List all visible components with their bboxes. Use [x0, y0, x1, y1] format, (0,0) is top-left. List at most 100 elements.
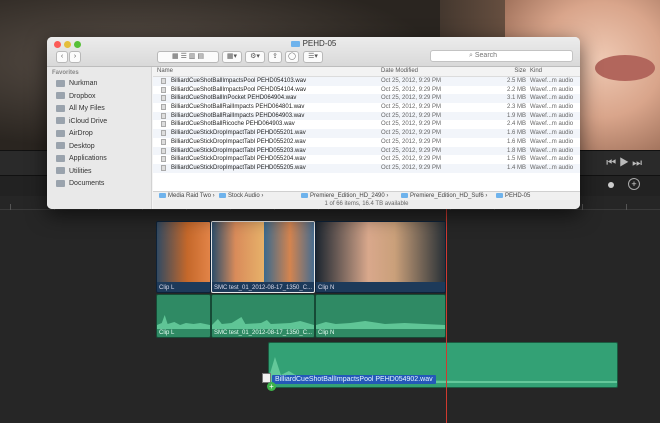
forward-button[interactable]: ›: [69, 51, 81, 63]
sidebar-item-documents[interactable]: Documents: [47, 178, 151, 191]
file-name: BilliardCueShotBallInPocket PEHD064904.w…: [171, 95, 297, 102]
audio-file-icon: [161, 95, 166, 102]
sidebar-item-all-my-files[interactable]: All My Files: [47, 103, 151, 116]
action-gear-icon[interactable]: ⚙▾: [245, 51, 265, 63]
file-kind: Wavef...m audio: [530, 164, 574, 171]
column-header-name[interactable]: Name: [157, 68, 173, 74]
folder-icon: [219, 193, 226, 198]
dropbox-icon: [56, 92, 65, 100]
search-field[interactable]: ⌕: [430, 50, 573, 62]
folder-icon: [401, 193, 408, 198]
path-crumb-label: PEHD-05: [505, 193, 531, 200]
file-kind: Wavef...m audio: [530, 86, 574, 93]
cloud-icon: [56, 117, 65, 125]
sidebar-item-desktop[interactable]: Desktop: [47, 141, 151, 154]
back-button[interactable]: ‹: [56, 51, 68, 63]
file-kind: Wavef...m audio: [530, 147, 574, 154]
transport-controls[interactable]: ⏮ ▶ ⏭: [606, 157, 642, 170]
file-name: BilliardCueStickDropImpactTabl PEHD05520…: [171, 147, 306, 154]
audio-label: Clip N: [318, 330, 335, 336]
desktop-icon: [56, 142, 65, 150]
list-item[interactable]: BilliardCueShotBallImpactsPool PEHD05410…: [153, 77, 580, 86]
list-item[interactable]: BilliardCueStickDropImpactTabl PEHD05520…: [153, 163, 580, 173]
ruler-tick: [626, 204, 627, 210]
column-header-kind[interactable]: Kind: [530, 68, 542, 74]
video-clip-n[interactable]: Clip N: [315, 221, 446, 293]
airdrop-icon: [56, 129, 65, 137]
sidebar-item-airdrop[interactable]: AirDrop: [47, 128, 151, 141]
file-date: Oct 25, 2012, 9:29 PM: [381, 164, 442, 171]
list-item[interactable]: BilliardCueShotBallRailImpacts PEHD06490…: [153, 111, 580, 121]
file-kind: Wavef...m audio: [530, 156, 574, 163]
audio-file-icon: [161, 86, 166, 93]
tags-icon[interactable]: ◯: [285, 51, 299, 63]
file-name: BilliardCueShotBallImpactsPool PEHD05410…: [171, 78, 307, 84]
sidebar-item-nurkman[interactable]: Nurkman: [47, 78, 151, 91]
clip-thumbnail: [264, 222, 314, 282]
sidebar-item-label: All My Files: [69, 105, 105, 112]
file-kind: Wavef...m audio: [530, 95, 574, 102]
file-kind: Wavef...m audio: [530, 138, 574, 145]
home-icon: [56, 79, 65, 87]
file-date: Oct 25, 2012, 9:29 PM: [381, 121, 442, 128]
list-item[interactable]: BilliardCueStickDropImpactTabl PEHD05520…: [153, 146, 580, 156]
sidebar-item-label: Documents: [69, 180, 105, 187]
list-item[interactable]: BilliardCueStickDropImpactTabl PEHD05520…: [153, 138, 580, 147]
sidebar-item-label: Applications: [69, 155, 107, 162]
dropbox-menu[interactable]: ☰▾: [303, 51, 323, 63]
video-clip-smc[interactable]: SMC test_01_2012-08-17_1350_C...: [211, 221, 315, 293]
window-title: PEHD-05: [47, 39, 580, 48]
path-crumb[interactable]: Media Raid Two ›: [159, 193, 215, 199]
audio-clip-smc[interactable]: SMC test_01_2012-08-17_1350_C...: [211, 294, 315, 338]
column-header-date[interactable]: Date Modified: [381, 68, 418, 74]
path-crumb[interactable]: Stock Audio ›: [219, 193, 263, 199]
timeline[interactable]: Clip L SMC test_01_2012-08-17_1350_C... …: [0, 196, 660, 423]
sidebar-item-dropbox[interactable]: Dropbox: [47, 91, 151, 104]
ruler-tick: [10, 204, 11, 210]
list-item[interactable]: BilliardCueShotBallImpactsPool PEHD05410…: [153, 86, 580, 95]
sidebar-item-utilities[interactable]: Utilities: [47, 166, 151, 179]
audio-file-icon: [161, 156, 166, 163]
search-input[interactable]: [474, 52, 565, 59]
view-switcher[interactable]: ▦ ☰ ▥ ▤: [157, 51, 219, 63]
status-bar: 1 of 66 items, 16.4 TB available: [153, 200, 580, 209]
file-date: Oct 25, 2012, 9:29 PM: [381, 130, 442, 137]
clip-thumbnail: [157, 222, 210, 282]
column-header-size[interactable]: Size: [493, 68, 526, 74]
file-kind: Wavef...m audio: [530, 78, 574, 84]
clip-label: Clip L: [159, 285, 175, 291]
path-crumb[interactable]: PEHD-05: [496, 193, 530, 199]
file-kind: Wavef...m audio: [530, 121, 574, 128]
sidebar-item-label: Desktop: [69, 142, 95, 150]
clip-thumbnail: [212, 222, 264, 282]
file-name: BilliardCueStickDropImpactTabl PEHD05520…: [171, 138, 306, 145]
zoom-slider-knob[interactable]: [608, 182, 614, 188]
path-bar: Media Raid Two › Stock Audio › Premiere_Ed…: [153, 191, 580, 200]
arrange-button[interactable]: ▦▾: [222, 51, 242, 63]
list-item[interactable]: BilliardCueStickDropImpactTabl PEHD05520…: [153, 129, 580, 138]
sidebar-item-applications[interactable]: Applications: [47, 153, 151, 166]
share-icon[interactable]: ⇪: [268, 51, 282, 63]
video-clip-l[interactable]: Clip L: [156, 221, 211, 293]
titlebar[interactable]: PEHD-05 ‹ › ▦ ☰ ▥ ▤ ▦▾ ⚙▾ ⇪ ◯ ☰▾ ⌕: [47, 37, 580, 67]
finder-window[interactable]: PEHD-05 ‹ › ▦ ☰ ▥ ▤ ▦▾ ⚙▾ ⇪ ◯ ☰▾ ⌕ Favor…: [47, 37, 580, 209]
sidebar-item-label: iCloud Drive: [69, 117, 108, 125]
audio-clip-n[interactable]: Clip N: [315, 294, 446, 338]
list-item[interactable]: BilliardCueShotBallRailImpacts PEHD06480…: [153, 103, 580, 112]
playhead[interactable]: [446, 196, 447, 423]
audio-clip-l[interactable]: Clip L: [156, 294, 211, 338]
path-crumb[interactable]: Premiere_Edition_HD_Suf6 ›: [401, 193, 487, 199]
waveform: [316, 321, 445, 329]
zoom-in-icon[interactable]: +: [628, 178, 640, 190]
file-size: 1.9 MB: [506, 112, 526, 119]
sidebar-item-icloud-drive[interactable]: iCloud Drive: [47, 116, 151, 129]
file-kind: Wavef...m audio: [530, 130, 574, 137]
file-name: BilliardCueShotBallRicoche PEHD064903.wa…: [171, 121, 295, 128]
list-item[interactable]: BilliardCueStickDropImpactTabl PEHD05520…: [153, 155, 580, 164]
waveform: [157, 315, 210, 329]
file-kind: Wavef...m audio: [530, 112, 574, 119]
list-item[interactable]: BilliardCueShotBallRicoche PEHD064903.wa…: [153, 120, 580, 129]
path-crumb[interactable]: Premiere_Edition_HD_2490 ›: [301, 193, 388, 199]
file-size: 1.8 MB: [506, 147, 526, 154]
list-item[interactable]: BilliardCueShotBallInPocket PEHD064904.w…: [153, 94, 580, 104]
